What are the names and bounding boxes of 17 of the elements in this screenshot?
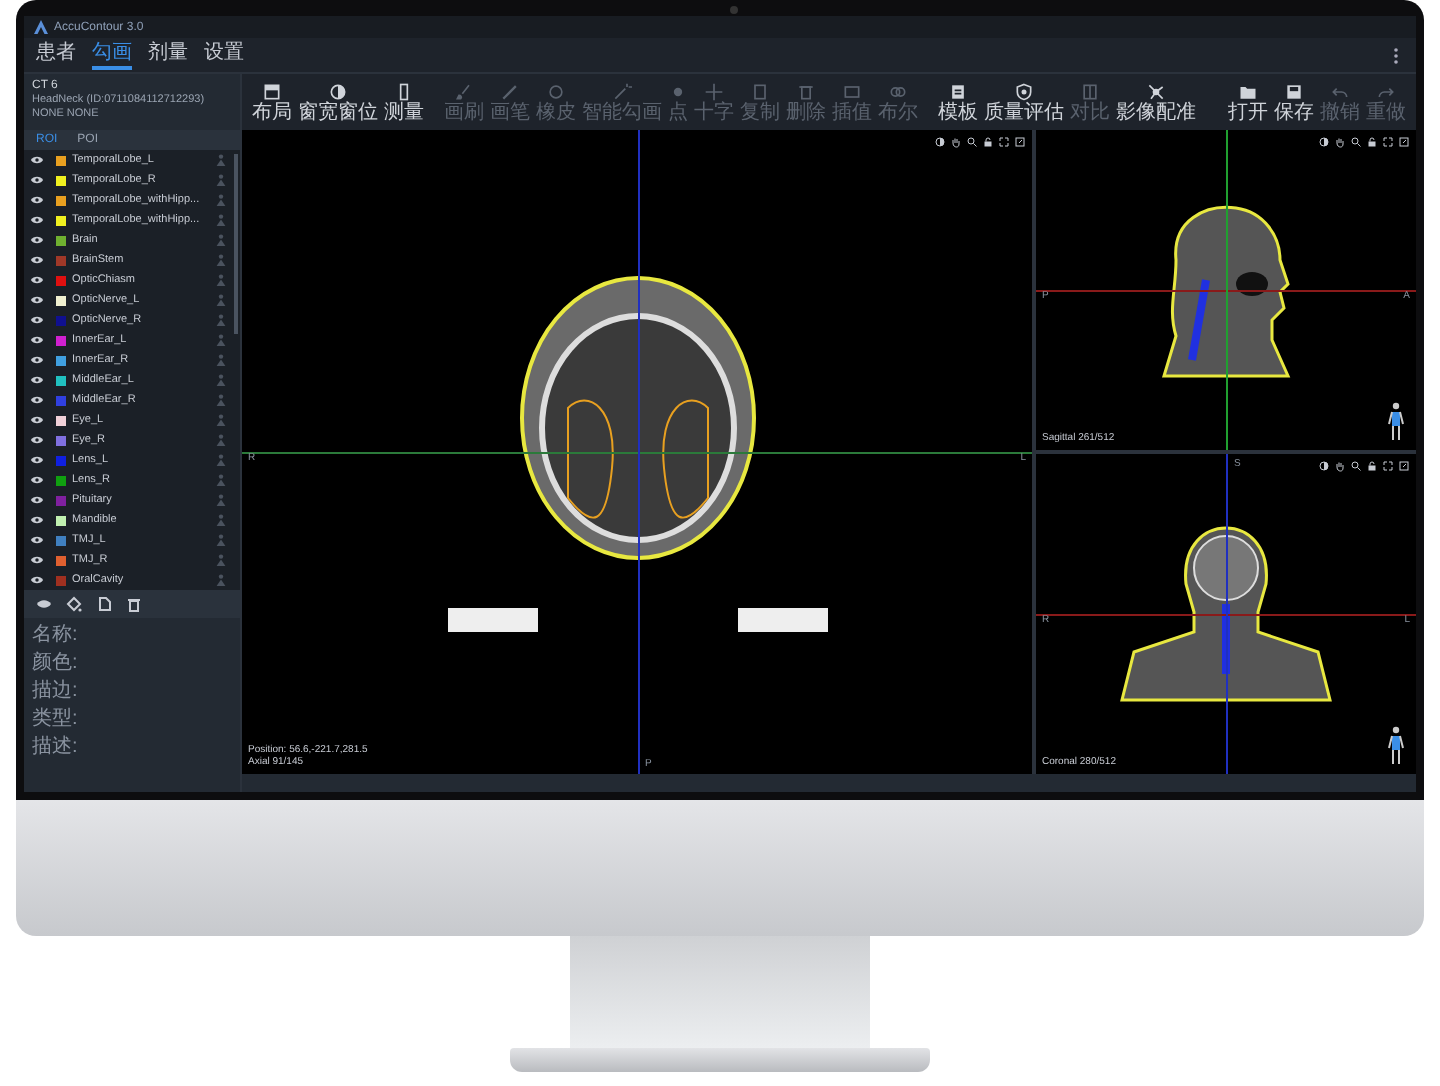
toolbar-button[interactable]: 测量 xyxy=(382,79,426,125)
toolbar-button[interactable]: 模板 xyxy=(936,79,980,125)
toolbar-button[interactable]: 保存 xyxy=(1272,79,1316,125)
property-label: 描述: xyxy=(32,736,80,760)
menu-tab[interactable]: 勾画 xyxy=(92,40,132,70)
toolbar-button[interactable]: 窗宽窗位 xyxy=(296,79,380,125)
menu-tab[interactable]: 患者 xyxy=(36,40,76,70)
toolbar-button[interactable]: 影像配准 xyxy=(1114,79,1198,125)
menu-tab[interactable]: 剂量 xyxy=(148,40,188,70)
menu-tab[interactable]: 设置 xyxy=(204,40,244,70)
property-label: 颜色: xyxy=(32,652,80,676)
property-label: 类型: xyxy=(32,708,80,732)
toolbar-button[interactable]: 布局 xyxy=(250,79,294,125)
toolbar-button[interactable]: 质量评估 xyxy=(982,79,1066,125)
toolbar-button[interactable]: 打开 xyxy=(1226,79,1270,125)
property-label: 描边: xyxy=(32,680,80,704)
property-label: 名称: xyxy=(32,624,80,648)
